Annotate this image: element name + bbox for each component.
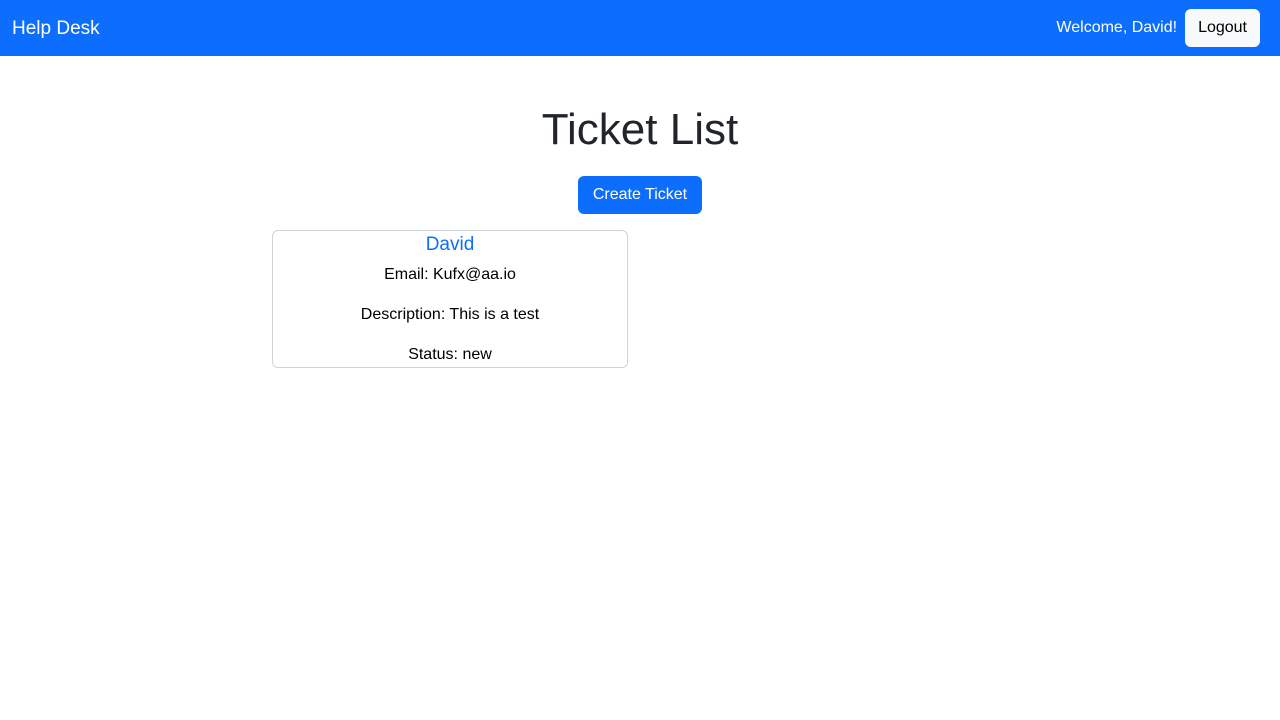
welcome-text: Welcome, David! [1056,19,1178,36]
top-navbar: Help Desk Welcome, David! Logout [0,0,1280,56]
ticket-description: Description: This is a test [360,306,540,323]
ticket-status: Status: new [408,346,492,363]
create-ticket-button[interactable]: Create Ticket [578,176,702,214]
navbar-user-area: Welcome, David! Logout [1056,9,1260,47]
page-title: Ticket List [541,105,739,154]
ticket-name: David [425,234,475,255]
logout-button[interactable]: Logout [1185,9,1260,47]
brand-link[interactable]: Help Desk [12,17,100,41]
ticket-card: David Email: Kufx@aa.io Description: Thi… [272,230,628,368]
ticket-email: Email: Kufx@aa.io [384,266,516,283]
